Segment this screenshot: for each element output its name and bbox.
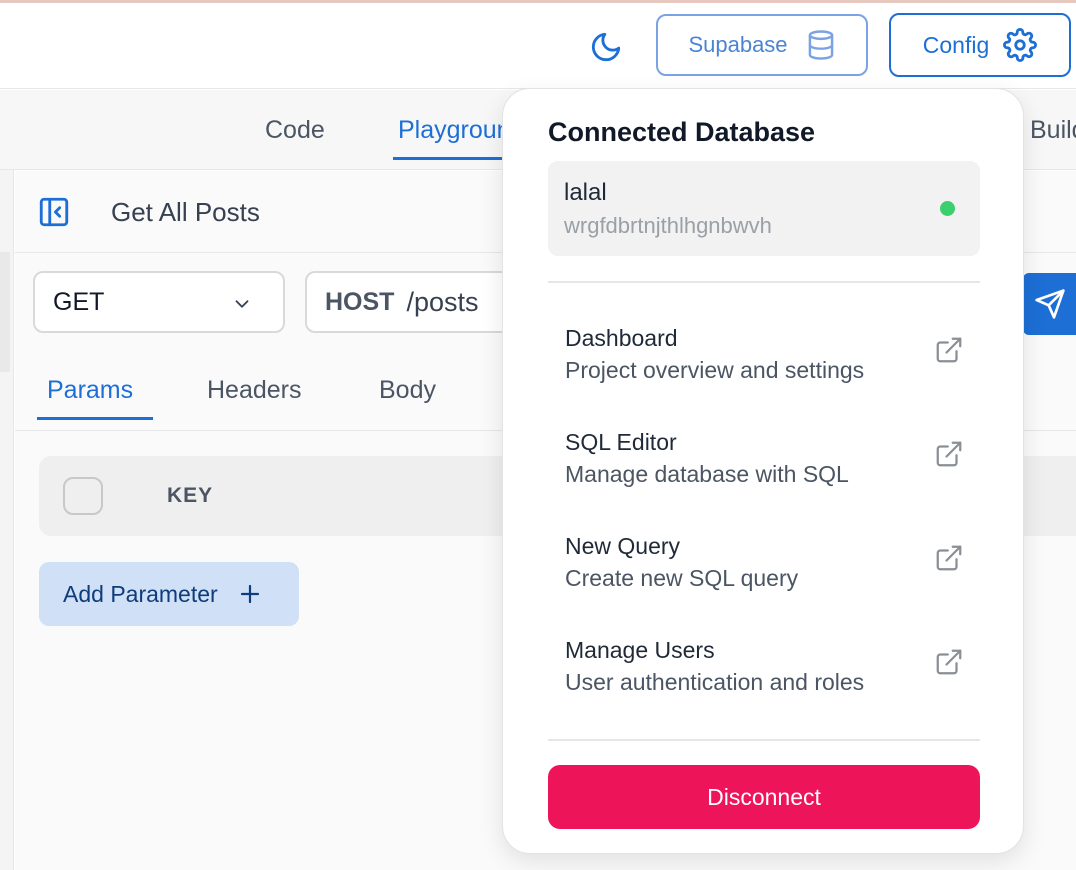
send-request-button[interactable]	[1023, 273, 1076, 335]
divider	[548, 281, 980, 283]
dropdown-title: Connected Database	[548, 117, 816, 147]
supabase-button[interactable]: Supabase	[656, 14, 868, 76]
active-tab-indicator	[393, 157, 513, 160]
menu-item-new-query[interactable]: New Query Create new SQL query	[548, 533, 980, 623]
tab-code[interactable]: Code	[265, 116, 325, 145]
tab-params[interactable]: Params	[47, 376, 133, 405]
status-dot	[940, 201, 955, 216]
external-link-icon	[936, 545, 962, 571]
database-ref: wrgfdbrtnjthlhgnbwvh	[564, 213, 772, 238]
top-bar: Supabase Config	[0, 3, 1076, 89]
left-sidebar-scroll	[0, 252, 10, 372]
menu-item-description: User authentication and roles	[565, 669, 865, 695]
method-select[interactable]: GET	[33, 271, 285, 333]
theme-toggle-button[interactable]	[588, 29, 624, 65]
external-link-icon	[936, 337, 962, 363]
menu-item-sql-editor[interactable]: SQL Editor Manage database with SQL	[548, 429, 980, 519]
select-all-checkbox[interactable]	[63, 477, 103, 515]
menu-item-manage-users[interactable]: Manage Users User authentication and rol…	[548, 637, 980, 727]
disconnect-label: Disconnect	[707, 783, 821, 810]
add-parameter-button[interactable]: Add Parameter	[39, 562, 299, 626]
menu-item-description: Manage database with SQL	[565, 461, 849, 487]
plus-icon	[240, 584, 259, 604]
method-value: GET	[53, 287, 105, 316]
database-icon	[808, 30, 833, 60]
menu-item-title: Manage Users	[565, 637, 715, 663]
tab-build[interactable]: Build	[1030, 116, 1076, 145]
menu-item-title: Dashboard	[565, 325, 678, 351]
tab-body[interactable]: Body	[379, 376, 436, 405]
tab-headers[interactable]: Headers	[207, 376, 302, 405]
external-link-icon	[936, 649, 962, 675]
divider	[548, 739, 980, 741]
collapse-sidebar-button[interactable]	[37, 195, 71, 229]
supabase-button-label: Supabase	[688, 32, 788, 57]
menu-item-description: Create new SQL query	[565, 565, 799, 591]
add-parameter-label: Add Parameter	[63, 580, 218, 607]
external-link-icon	[936, 441, 962, 467]
config-button[interactable]: Config	[889, 13, 1071, 77]
chevron-down-icon	[235, 300, 249, 308]
connected-database-card: lalal wrgfdbrtnjthlhgnbwvh	[548, 161, 980, 256]
database-name: lalal	[564, 179, 607, 206]
config-button-label: Config	[922, 31, 990, 58]
active-subtab-indicator	[37, 417, 153, 420]
send-icon	[1034, 289, 1065, 319]
menu-item-description: Project overview and settings	[565, 357, 865, 383]
supabase-dropdown: Connected Database lalal wrgfdbrtnjthlhg…	[502, 88, 1024, 854]
menu-item-title: New Query	[565, 533, 681, 559]
url-host: HOST	[325, 287, 395, 316]
menu-item-title: SQL Editor	[565, 429, 677, 455]
column-key: KEY	[167, 484, 214, 507]
sidebar-collapse-icon	[39, 197, 69, 227]
url-path: /posts	[406, 286, 479, 317]
moon-icon	[591, 32, 621, 62]
request-title: Get All Posts	[111, 197, 260, 227]
disconnect-button[interactable]: Disconnect	[548, 765, 980, 829]
gear-icon	[1003, 28, 1038, 62]
menu-item-dashboard[interactable]: Dashboard Project overview and settings	[548, 325, 980, 415]
